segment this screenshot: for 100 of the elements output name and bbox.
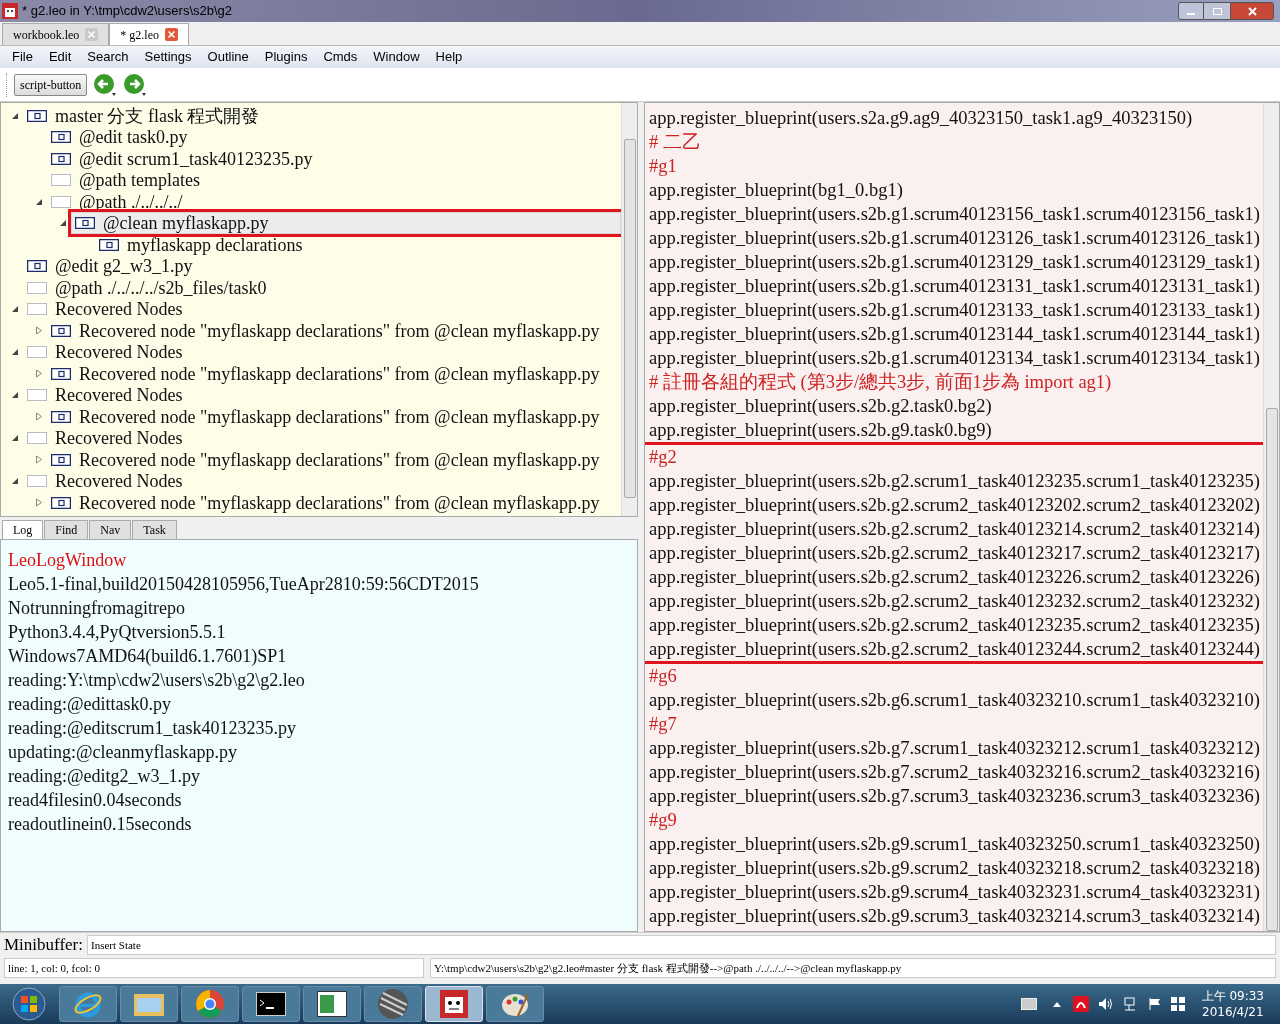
expanded-arrow-icon[interactable] (11, 434, 19, 443)
log-tab[interactable]: Task (132, 520, 177, 539)
script-button[interactable]: script-button (14, 73, 88, 96)
menu-item[interactable]: Search (79, 47, 137, 67)
node-icon (51, 152, 71, 165)
tree-node[interactable]: Recovered node "myflaskapp declarations" from @clean myflaskapp.py (47, 448, 609, 471)
code-line: app.register_blueprint(users.s2b.g2.scrum2_task40123244.scrum2_task40123244) (648, 638, 1260, 661)
tree-node[interactable]: myflaskapp declarations (95, 233, 312, 256)
taskbar-app[interactable] (242, 986, 300, 1022)
tray-app-icon[interactable] (1072, 996, 1089, 1012)
collapsed-arrow-icon[interactable] (35, 326, 43, 336)
tree-node[interactable]: Recovered Nodes (23, 470, 192, 493)
node-icon (99, 238, 119, 251)
code-line: app.register_blueprint(users.s2b.g1.scrum40123126_task1.scrum40123126_task1) (648, 227, 1260, 250)
tree-node[interactable]: Recovered node "myflaskapp declarations" from @clean myflaskapp.py (47, 362, 609, 385)
scrollbar[interactable] (621, 103, 637, 516)
code-comment: #g2 (648, 446, 677, 469)
tree-node[interactable]: Recovered node "myflaskapp declarations" from @clean myflaskapp.py (47, 405, 609, 428)
forward-button[interactable] (123, 71, 148, 98)
expanded-arrow-icon[interactable] (11, 348, 19, 357)
windows-orb-icon (12, 987, 46, 1021)
file-tab[interactable]: * g2.leo (109, 23, 189, 45)
code-line: app.register_blueprint(users.s2b.g9.scrum3_task40323214.scrum3_task40323214) (648, 905, 1260, 928)
menu-item[interactable]: File (4, 47, 41, 67)
collapsed-arrow-icon[interactable] (35, 412, 43, 422)
log-line: reading:@editg2_w3_1.py (8, 765, 201, 788)
menu-item[interactable]: Edit (40, 47, 80, 67)
collapsed-arrow-icon[interactable] (35, 369, 43, 379)
back-button[interactable] (93, 71, 118, 98)
menu-item[interactable]: Plugins (256, 47, 316, 67)
code-comment: # 二乙 (648, 131, 701, 154)
expanded-arrow-icon[interactable] (59, 219, 67, 228)
code-line: app.register_blueprint(users.s2b.g9.scrum4_task40323231.scrum4_task40323231) (648, 881, 1260, 904)
node-icon (27, 281, 47, 294)
log-tab[interactable]: Find (44, 520, 89, 539)
app-window-icon (317, 991, 347, 1017)
node-icon (27, 475, 47, 488)
code-comment: #g9 (648, 809, 677, 832)
scrollbar[interactable] (1263, 103, 1279, 931)
tree-node[interactable]: @clean myflaskapp.py (71, 212, 621, 235)
flag-icon[interactable] (1147, 997, 1162, 1011)
taskbar-app[interactable] (303, 986, 361, 1022)
chevron-up-icon[interactable] (1051, 1000, 1062, 1008)
code-line: app.register_blueprint(users.s2b.g1.scrum40123134_task1.scrum40123134_task1) (648, 347, 1260, 370)
tree-node[interactable]: Recovered Nodes (23, 298, 192, 321)
tree-node[interactable]: @edit task0.py (47, 126, 197, 149)
close-tab-icon[interactable] (165, 28, 178, 41)
tree-node[interactable]: Recovered node "myflaskapp declarations" from @clean myflaskapp.py (47, 319, 609, 342)
tree-node[interactable]: Recovered Nodes (23, 384, 192, 407)
tree-node[interactable]: @edit g2_w3_1.py (23, 255, 202, 278)
tree-node[interactable]: @path ./../../../s2b_files/task0 (23, 276, 276, 299)
collapsed-arrow-icon[interactable] (35, 498, 43, 508)
minibuffer-field[interactable]: Insert State (87, 934, 1276, 955)
file-tab[interactable]: workbook.leo (2, 23, 110, 45)
code-line: app.register_blueprint(users.s2b.g2.scrum1_task40123235.scrum1_task40123235) (648, 470, 1260, 493)
striped-sphere-icon (377, 988, 409, 1020)
code-line: app.register_blueprint(users.s2b.g1.scrum40123131_task1.scrum40123131_task1) (648, 275, 1260, 298)
tree-node[interactable]: Recovered node "myflaskapp declarations" from @clean myflaskapp.py (47, 491, 609, 514)
log-tab[interactable]: Log (2, 520, 44, 539)
code-line: app.register_blueprint(users.s2b.g1.scrum40123133_task1.scrum40123133_task1) (648, 299, 1260, 322)
close-icon (1247, 6, 1257, 16)
status-position: line: 1, col: 0, fcol: 0 (4, 958, 424, 978)
node-icon (51, 131, 71, 144)
windows-logo-icon[interactable] (1170, 997, 1185, 1011)
code-comment: #g1 (648, 155, 677, 178)
chrome-logo-icon (195, 989, 225, 1019)
cat-face-icon (439, 989, 469, 1019)
node-icon (27, 260, 47, 273)
tree-node[interactable]: master 分支 flask 程式開發 (23, 104, 269, 127)
clock-time[interactable]: 上午 09:33 (1201, 988, 1264, 1004)
log-tab[interactable]: Nav (89, 520, 132, 539)
clock-date[interactable]: 2016/4/21 (1202, 1004, 1264, 1020)
minibuffer-label: Minibuffer: (4, 933, 83, 956)
menu-item[interactable]: Window (365, 47, 428, 67)
menu-item[interactable]: Outline (199, 47, 257, 67)
node-icon (51, 410, 71, 423)
tree-node[interactable]: @path templates (47, 169, 210, 192)
minimize-button[interactable] (1178, 2, 1204, 20)
expanded-arrow-icon[interactable] (11, 305, 19, 314)
log-line: reading:@edittask0.py (8, 693, 172, 716)
tree-node[interactable]: Recovered Nodes (23, 427, 192, 450)
code-line: app.register_blueprint(users.s2b.g7.scrum1_task40323212.scrum1_task40323212) (648, 737, 1260, 760)
collapsed-arrow-icon[interactable] (35, 455, 43, 465)
keyboard-icon[interactable] (1020, 998, 1037, 1010)
tree-node[interactable]: Recovered Nodes (23, 341, 192, 364)
expanded-arrow-icon[interactable] (11, 391, 19, 400)
expanded-arrow-icon[interactable] (11, 477, 19, 486)
tree-node[interactable]: @edit scrum1_task40123235.py (47, 147, 322, 170)
menu-item[interactable]: Cmds (315, 47, 366, 67)
code-line: app.register_blueprint(users.s2b.g7.scrum3_task40323236.scrum3_task40323236) (648, 785, 1260, 808)
maximize-button[interactable] (1204, 2, 1230, 20)
speaker-icon[interactable] (1097, 997, 1114, 1011)
code-comment: # 註冊各組的程式 (第3步/總共3步, 前面1步為 import ag1) (648, 371, 1112, 394)
window-title: * g2.leo in Y:\tmp\cdw2\users\s2b\g2 (22, 2, 233, 21)
expanded-arrow-icon[interactable] (11, 111, 19, 120)
expanded-arrow-icon[interactable] (35, 197, 43, 206)
menu-item[interactable]: Settings (136, 47, 200, 67)
menu-item[interactable]: Help (427, 47, 471, 67)
app-logo-icon (2, 3, 18, 19)
close-button[interactable] (1230, 2, 1274, 20)
